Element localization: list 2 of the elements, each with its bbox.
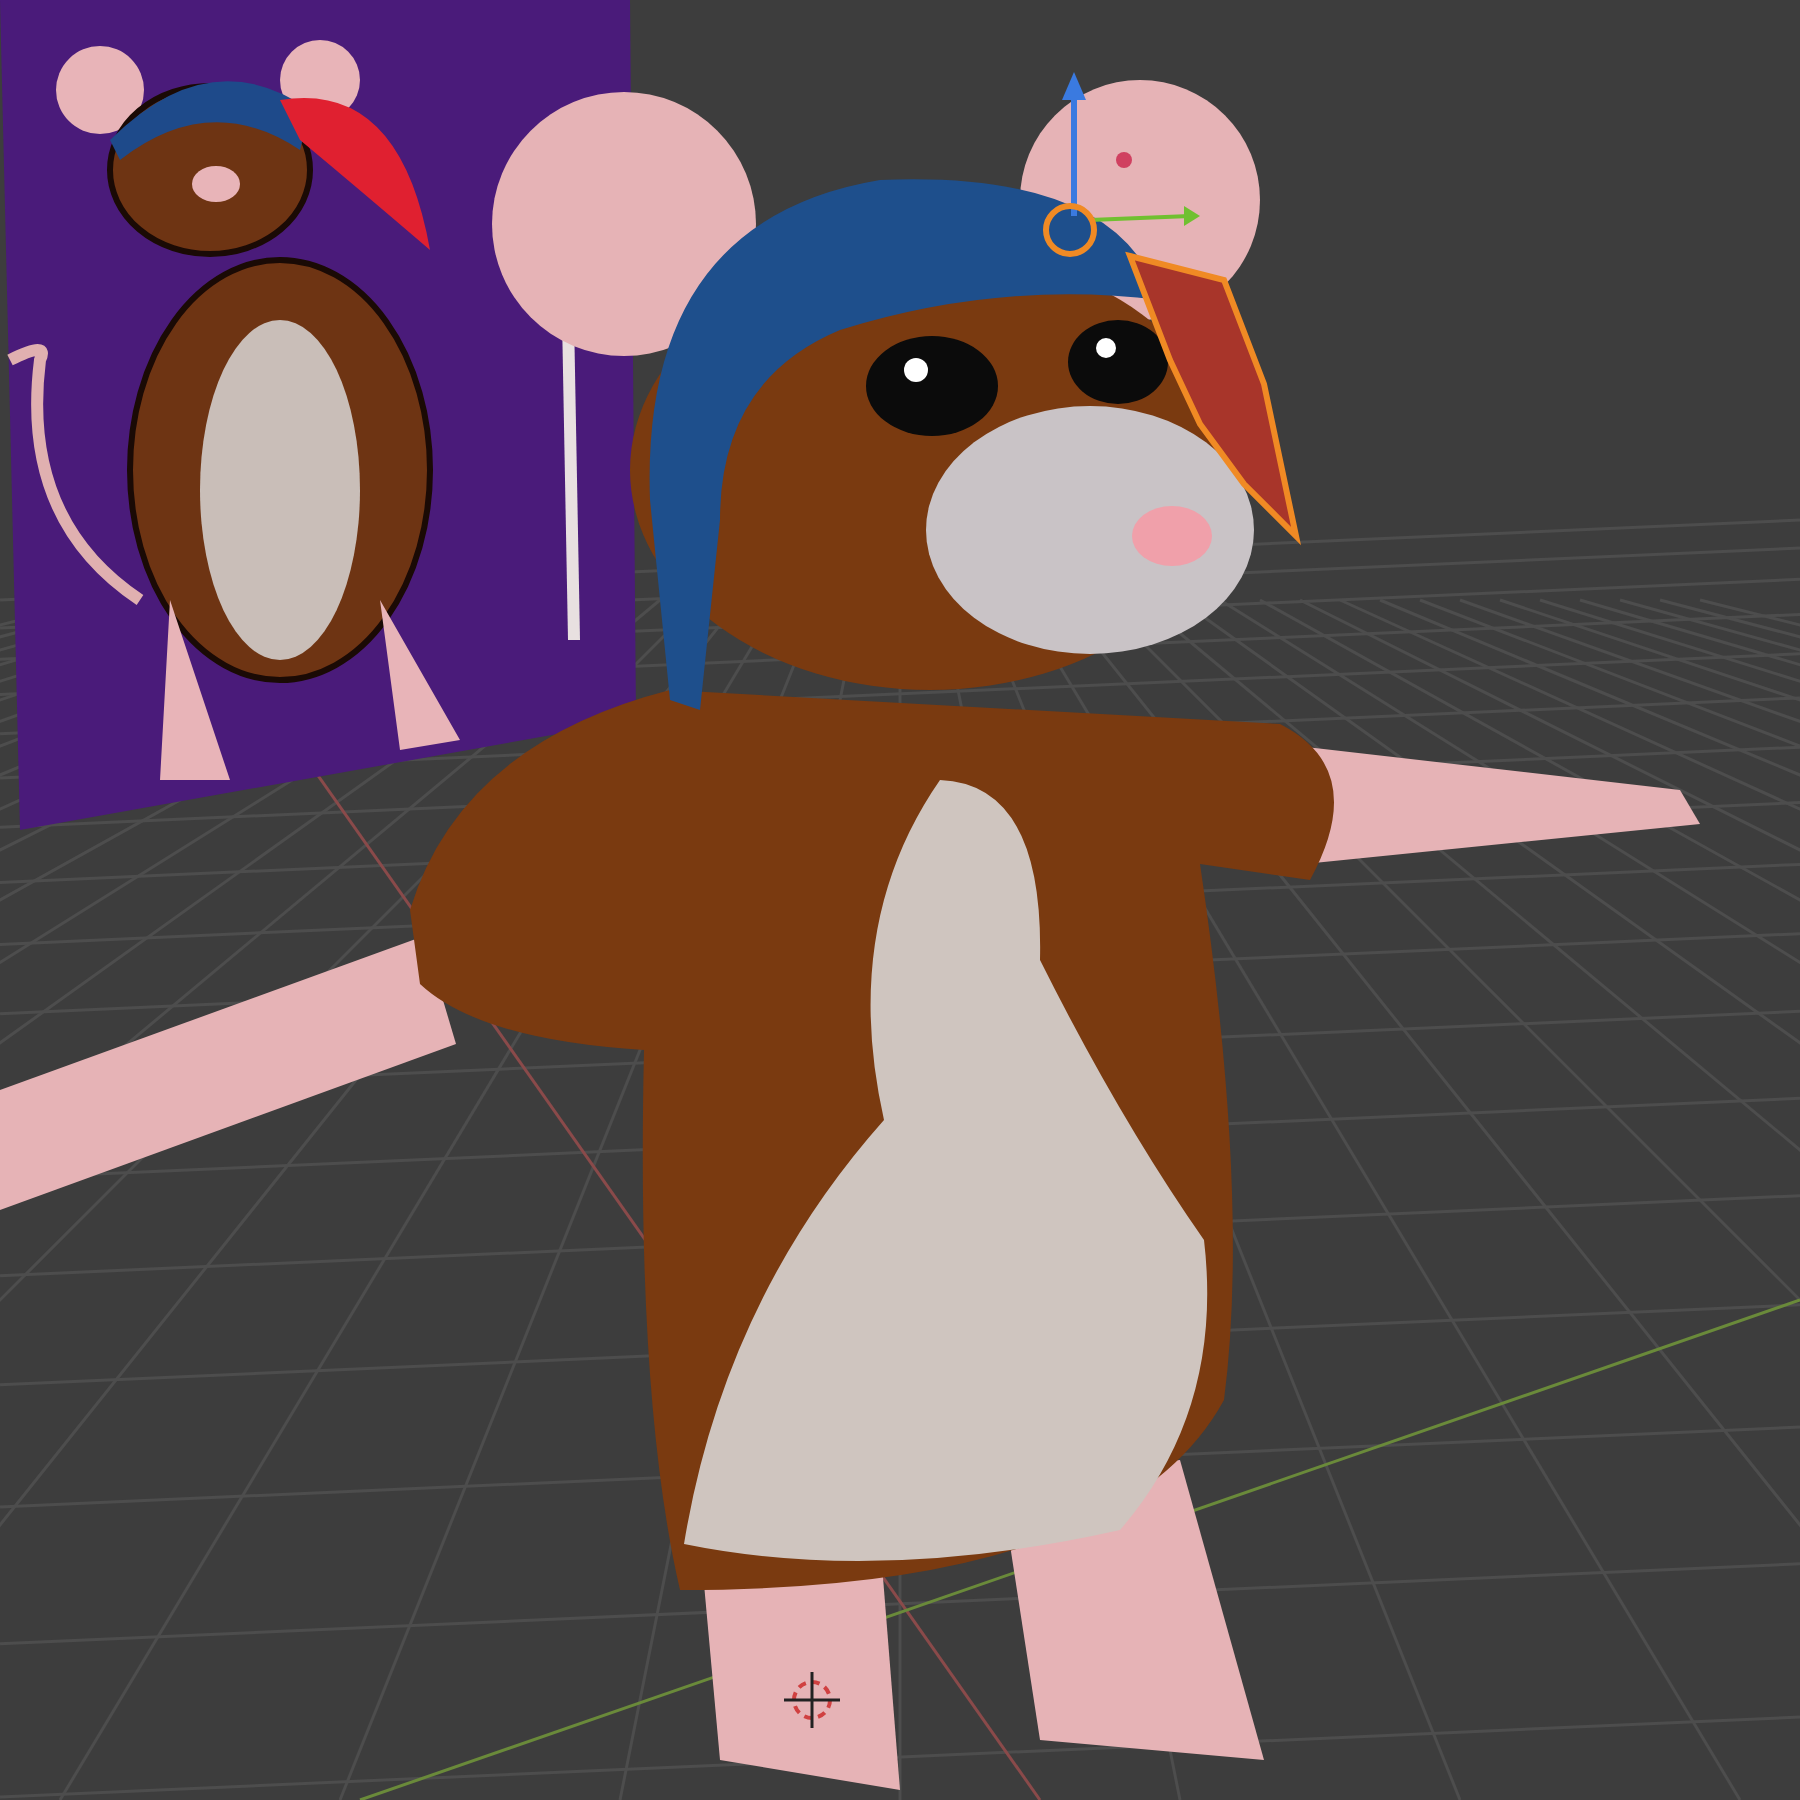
cursor-3d-icon [784, 1672, 840, 1728]
transform-gizmo-icon[interactable] [1043, 72, 1200, 257]
